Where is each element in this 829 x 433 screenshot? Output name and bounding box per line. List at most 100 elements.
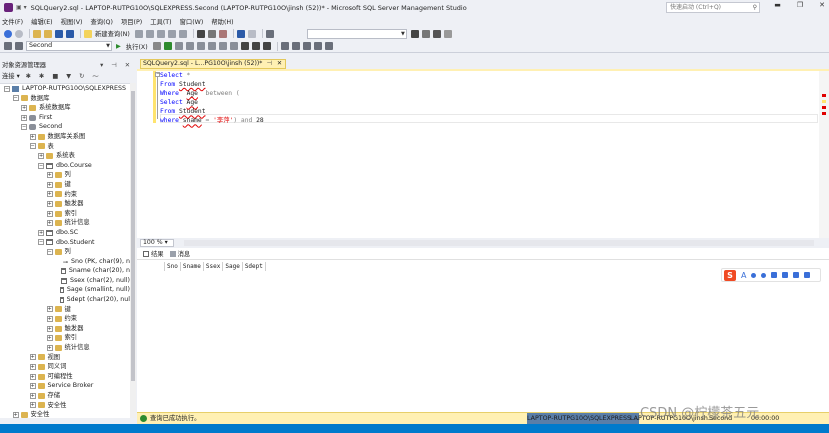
- sogou-logo-icon[interactable]: S: [724, 269, 736, 281]
- tree-node[interactable]: − dbo.Student: [0, 238, 130, 248]
- tree-node[interactable]: + 数据库关系图: [0, 132, 130, 142]
- expand-icon[interactable]: +: [46, 335, 53, 342]
- open-file-icon[interactable]: [44, 29, 52, 38]
- close-button[interactable]: ✕: [819, 1, 825, 9]
- expand-icon[interactable]: +: [29, 383, 36, 390]
- connect-icon[interactable]: [4, 42, 12, 50]
- column-header[interactable]: Sage: [223, 262, 243, 271]
- tab-sqlquery2[interactable]: SQLQuery2.sql - L...PG10O\jinsh (52))* ⊣…: [140, 59, 286, 69]
- connect-dropdown[interactable]: 连接 ▾: [2, 73, 20, 80]
- copy-icon[interactable]: [207, 29, 216, 38]
- tree-node[interactable]: Ssex (char(2), null): [0, 276, 130, 286]
- expand-icon[interactable]: +: [46, 325, 53, 332]
- tree-node[interactable]: − 数据库: [0, 94, 130, 104]
- tree-node[interactable]: + 触发器: [0, 199, 130, 209]
- back-icon[interactable]: [4, 29, 12, 38]
- minimize-button[interactable]: ▬: [774, 1, 781, 9]
- estimated-plan-icon[interactable]: [174, 42, 183, 50]
- specify-values-icon[interactable]: [324, 42, 333, 50]
- tree-node[interactable]: + First: [0, 113, 130, 123]
- tree-node[interactable]: + 索引: [0, 209, 130, 219]
- results-to-file-icon[interactable]: [262, 42, 271, 50]
- ime-toolbar[interactable]: S A: [721, 268, 821, 282]
- expand-icon[interactable]: +: [38, 229, 44, 236]
- quick-launch-input[interactable]: 快速启动 (Ctrl+Q) ⚲: [666, 2, 760, 13]
- toolbar-options-icon[interactable]: [443, 29, 452, 38]
- column-header[interactable]: Ssex: [204, 262, 224, 271]
- error-marker[interactable]: [822, 112, 826, 115]
- expand-icon[interactable]: +: [46, 316, 53, 323]
- properties-icon[interactable]: [421, 29, 430, 38]
- live-stats-icon[interactable]: [218, 42, 227, 50]
- undo-icon[interactable]: [236, 29, 245, 38]
- tree-node[interactable]: Sname (char(20), n: [0, 266, 130, 276]
- results-to-text-icon[interactable]: [240, 42, 249, 50]
- menu-help[interactable]: 帮助(H): [211, 17, 233, 26]
- tree-node[interactable]: − 表: [0, 142, 130, 152]
- expand-icon[interactable]: +: [46, 172, 53, 179]
- collapse-icon[interactable]: −: [38, 162, 44, 169]
- tree-node[interactable]: − LAPTOP-RUTPG10O\SQLEXPRESS: [0, 84, 130, 94]
- sql-code[interactable]: Select * From Student Where Age between …: [160, 71, 264, 126]
- expand-icon[interactable]: +: [46, 191, 53, 198]
- pin-icon[interactable]: ⊣: [267, 60, 272, 68]
- xmla-query-icon[interactable]: [167, 29, 176, 38]
- voice-icon[interactable]: [761, 272, 767, 278]
- expand-icon[interactable]: +: [46, 306, 53, 313]
- ime-mode-icon[interactable]: A: [741, 271, 746, 280]
- column-header[interactable]: Sno: [165, 262, 181, 271]
- change-connection-icon[interactable]: [15, 42, 23, 50]
- tree-node[interactable]: + 键: [0, 305, 130, 315]
- tree-node[interactable]: + 安全性: [0, 410, 130, 418]
- cut-icon[interactable]: [196, 29, 205, 38]
- error-marker[interactable]: [822, 94, 826, 97]
- error-marker[interactable]: [822, 106, 826, 109]
- column-header[interactable]: Sname: [181, 262, 204, 271]
- tools-icon[interactable]: [432, 29, 441, 38]
- expand-icon[interactable]: +: [46, 344, 53, 351]
- decrease-indent-icon[interactable]: [302, 42, 311, 50]
- editor-hscrollbar[interactable]: [184, 240, 814, 246]
- collapse-icon[interactable]: −: [4, 85, 10, 92]
- expand-icon[interactable]: +: [46, 181, 53, 188]
- execute-button[interactable]: 执行(X): [126, 42, 148, 51]
- expand-icon[interactable]: +: [29, 402, 36, 409]
- collapse-icon[interactable]: −: [46, 248, 53, 255]
- tree-node[interactable]: − 列: [0, 247, 130, 257]
- column-header[interactable]: Sdept: [243, 262, 266, 271]
- collapse-icon[interactable]: −: [12, 95, 19, 102]
- comment-icon[interactable]: [280, 42, 289, 50]
- results-grid-area[interactable]: [137, 260, 829, 412]
- tree-node[interactable]: + 系统表: [0, 151, 130, 161]
- tree-node[interactable]: + 统计信息: [0, 343, 130, 353]
- tree-node[interactable]: − dbo.Course: [0, 161, 130, 171]
- menu-edit[interactable]: 编辑(E): [31, 17, 53, 26]
- tree-node[interactable]: + 触发器: [0, 324, 130, 334]
- new-query-button[interactable]: 新建查询(N): [95, 29, 130, 38]
- expand-icon[interactable]: +: [38, 152, 44, 159]
- zoom-combo[interactable]: 100 % ▾: [140, 239, 174, 247]
- menu-file[interactable]: 文件(F): [2, 17, 23, 26]
- find-icon[interactable]: [410, 29, 419, 38]
- parse-icon[interactable]: [163, 42, 172, 50]
- tree-node[interactable]: Sage (smallint, null): [0, 285, 130, 295]
- tree-node[interactable]: + 约束: [0, 190, 130, 200]
- close-tab-icon[interactable]: ✕: [277, 60, 282, 68]
- tree-node[interactable]: + 视图: [0, 353, 130, 363]
- change-marker[interactable]: [822, 100, 826, 103]
- menu-window[interactable]: 窗口(W): [180, 17, 204, 26]
- expand-icon[interactable]: +: [29, 373, 36, 380]
- results-to-grid-icon[interactable]: [251, 42, 260, 50]
- tree-node[interactable]: + 约束: [0, 314, 130, 324]
- tree-node[interactable]: + dbo.SC: [0, 228, 130, 238]
- explorer-action-icons[interactable]: ✱ ✱ ■ ▼ ↻ ⁓: [26, 73, 102, 80]
- tab-results[interactable]: 结果: [143, 249, 164, 258]
- redo-icon[interactable]: [247, 29, 256, 38]
- ime-menu-icon[interactable]: [804, 272, 811, 278]
- tree-node[interactable]: + 存储: [0, 391, 130, 401]
- database-combo[interactable]: Second ▼: [26, 41, 112, 51]
- quick-access-icons[interactable]: ▣ ▾: [16, 4, 27, 11]
- menu-query[interactable]: 查询(Q): [90, 17, 112, 26]
- keyboard-icon[interactable]: [771, 272, 778, 278]
- intellisense-icon[interactable]: [196, 42, 205, 50]
